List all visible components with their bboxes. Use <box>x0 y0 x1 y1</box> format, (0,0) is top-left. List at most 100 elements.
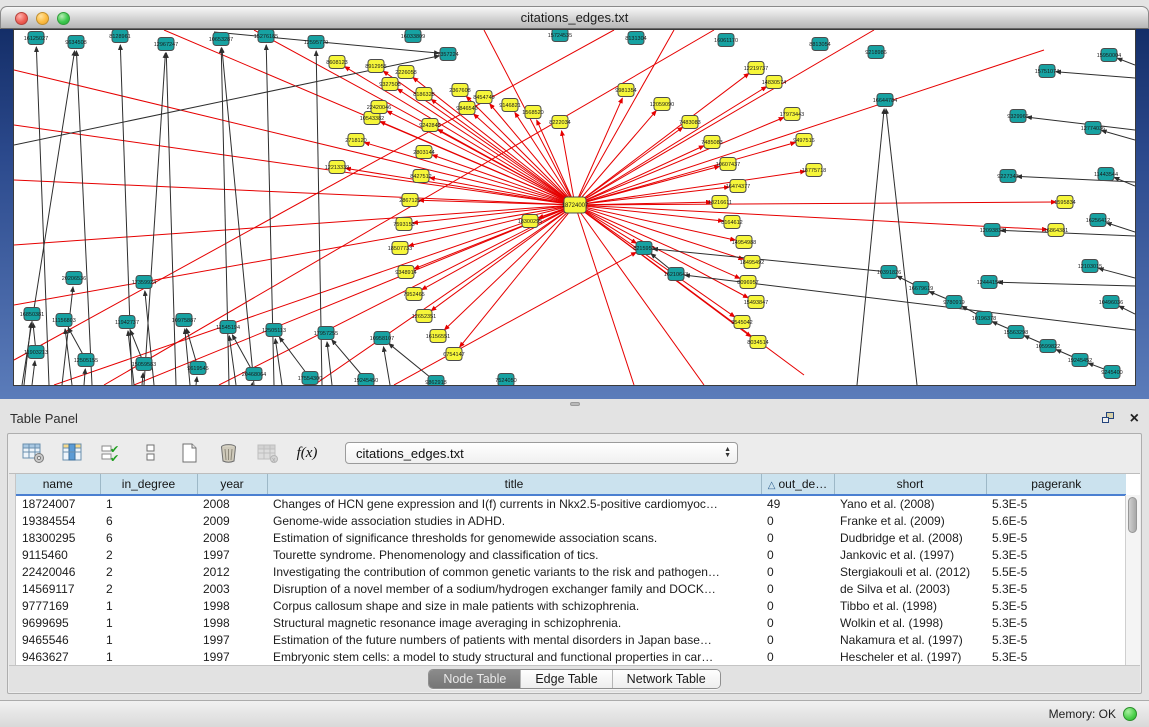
black-edge[interactable] <box>65 329 72 385</box>
table-cell[interactable]: 1998 <box>197 614 267 631</box>
table-row[interactable]: 969969511998Structural magnetic resonanc… <box>16 614 1126 631</box>
table-cell[interactable]: 2 <box>100 580 197 597</box>
unselect-rows-button[interactable] <box>138 440 164 466</box>
tab-node-table[interactable]: Node Table <box>429 670 520 688</box>
black-edge[interactable] <box>327 342 332 385</box>
red-edge[interactable] <box>314 205 575 385</box>
table-cell[interactable]: 5.3E-5 <box>986 546 1126 563</box>
network-window-titlebar[interactable]: citations_edges.txt <box>0 6 1149 29</box>
table-settings-button[interactable] <box>21 440 47 466</box>
black-edge[interactable] <box>1107 223 1135 232</box>
red-edge[interactable] <box>575 50 1044 205</box>
column-header-title[interactable]: title <box>267 474 761 495</box>
black-edge[interactable] <box>120 45 132 385</box>
table-cell[interactable]: 1 <box>100 495 197 512</box>
black-edge[interactable] <box>653 249 889 272</box>
black-edge[interactable] <box>886 109 917 385</box>
table-row[interactable]: 1830029562008Estimation of significance … <box>16 529 1126 546</box>
close-panel-icon[interactable]: × <box>1130 412 1139 426</box>
red-edge[interactable] <box>575 205 743 259</box>
table-cell[interactable]: 2 <box>100 563 197 580</box>
table-cell[interactable]: 2008 <box>197 529 267 546</box>
black-edge[interactable] <box>62 287 73 385</box>
black-edge[interactable] <box>36 47 49 385</box>
table-cell[interactable]: 5.9E-5 <box>986 529 1126 546</box>
black-edge[interactable] <box>196 377 197 385</box>
black-edge[interactable] <box>1056 72 1135 78</box>
table-cell[interactable]: 0 <box>761 512 834 529</box>
delete-table-button[interactable] <box>216 440 242 466</box>
table-cell[interactable]: 5.3E-5 <box>986 648 1126 665</box>
red-edge[interactable] <box>575 205 704 385</box>
black-edge[interactable] <box>1117 58 1135 65</box>
red-edge[interactable] <box>422 205 575 290</box>
table-cell[interactable]: Dudbridge et al. (2008) <box>834 529 986 546</box>
memory-ok-icon[interactable] <box>1123 707 1137 721</box>
column-header-year[interactable]: year <box>197 474 267 495</box>
table-cell[interactable]: de Silva et al. (2003) <box>834 580 986 597</box>
zoom-window-button[interactable] <box>57 12 70 25</box>
red-edge[interactable] <box>575 111 656 205</box>
black-edge[interactable] <box>84 369 85 385</box>
table-row[interactable]: 946362711997Embryonic stem cells: a mode… <box>16 648 1126 665</box>
table-row[interactable]: 946554611997Estimation of the future num… <box>16 631 1126 648</box>
table-cell[interactable]: 0 <box>761 648 834 665</box>
table-cell[interactable]: Tibbo et al. (1998) <box>834 597 986 614</box>
table-cell[interactable]: 2008 <box>197 495 267 512</box>
tab-network-table[interactable]: Network Table <box>612 670 720 688</box>
black-edge[interactable] <box>1102 130 1135 140</box>
new-table-button[interactable] <box>177 440 203 466</box>
close-window-button[interactable] <box>15 12 28 25</box>
float-panel-icon[interactable] <box>1102 412 1116 425</box>
black-edge[interactable] <box>166 53 176 385</box>
table-cell[interactable]: 2009 <box>197 512 267 529</box>
table-cell[interactable]: 9465546 <box>16 631 100 648</box>
table-cell[interactable]: 1 <box>100 631 197 648</box>
column-header-outde[interactable]: △out_de… <box>761 474 834 495</box>
table-cell[interactable]: 9115460 <box>16 546 100 563</box>
table-cell[interactable]: 18724007 <box>16 495 100 512</box>
table-cell[interactable]: 1997 <box>197 546 267 563</box>
red-edge[interactable] <box>575 98 622 205</box>
table-cell[interactable]: 5.5E-5 <box>986 563 1126 580</box>
table-cell[interactable]: 5.3E-5 <box>986 597 1126 614</box>
table-cell[interactable]: Changes of HCN gene expression and I(f) … <box>267 495 761 512</box>
grip-handle-icon[interactable] <box>570 402 580 406</box>
red-edge[interactable] <box>14 205 575 305</box>
table-cell[interactable]: 49 <box>761 495 834 512</box>
black-edge[interactable] <box>142 373 143 385</box>
table-row[interactable]: 2242004622012Investigating the contribut… <box>16 563 1126 580</box>
black-edge[interactable] <box>1099 268 1135 278</box>
table-row[interactable]: 911546021997Tourette syndrome. Phenomeno… <box>16 546 1126 563</box>
table-cell[interactable]: Wolkin et al. (1998) <box>834 614 986 631</box>
table-cell[interactable]: Yano et al. (2008) <box>834 495 986 512</box>
table-cell[interactable]: 1997 <box>197 648 267 665</box>
table-cell[interactable]: Hescheler et al. (1997) <box>834 648 986 665</box>
column-header-indegree[interactable]: in_degree <box>100 474 197 495</box>
table-cell[interactable]: 5.6E-5 <box>986 512 1126 529</box>
red-edge[interactable] <box>575 73 749 205</box>
table-cell[interactable]: 19384554 <box>16 512 100 529</box>
table-cell[interactable]: Tourette syndrome. Phenomenology and cla… <box>267 546 761 563</box>
table-cell[interactable]: 1 <box>100 597 197 614</box>
column-header-name[interactable]: name <box>16 474 100 495</box>
table-cell[interactable]: Disruption of a novel member of a sodium… <box>267 580 761 597</box>
table-cell[interactable]: 0 <box>761 563 834 580</box>
table-cell[interactable]: 1997 <box>197 631 267 648</box>
table-cell[interactable]: Franke et al. (2009) <box>834 512 986 529</box>
red-edge[interactable] <box>575 205 1047 230</box>
table-cell[interactable]: Corpus callosum shape and size in male p… <box>267 597 761 614</box>
table-scrollbar-thumb[interactable] <box>1128 497 1137 533</box>
red-edge[interactable] <box>575 30 874 205</box>
table-cell[interactable]: Structural magnetic resonance image aver… <box>267 614 761 631</box>
table-scrollbar[interactable] <box>1125 495 1140 665</box>
table-row[interactable]: 1938455462009Genome-wide association stu… <box>16 512 1126 529</box>
table-cell[interactable]: 5.3E-5 <box>986 580 1126 597</box>
table-cell[interactable]: 5.3E-5 <box>986 614 1126 631</box>
table-cell[interactable]: 14569117 <box>16 580 100 597</box>
red-edge[interactable] <box>575 142 795 205</box>
table-cell[interactable]: Genome-wide association studies in ADHD. <box>267 512 761 529</box>
black-edge[interactable] <box>998 282 1135 286</box>
table-cell[interactable]: 0 <box>761 631 834 648</box>
table-cell[interactable]: 1 <box>100 614 197 631</box>
